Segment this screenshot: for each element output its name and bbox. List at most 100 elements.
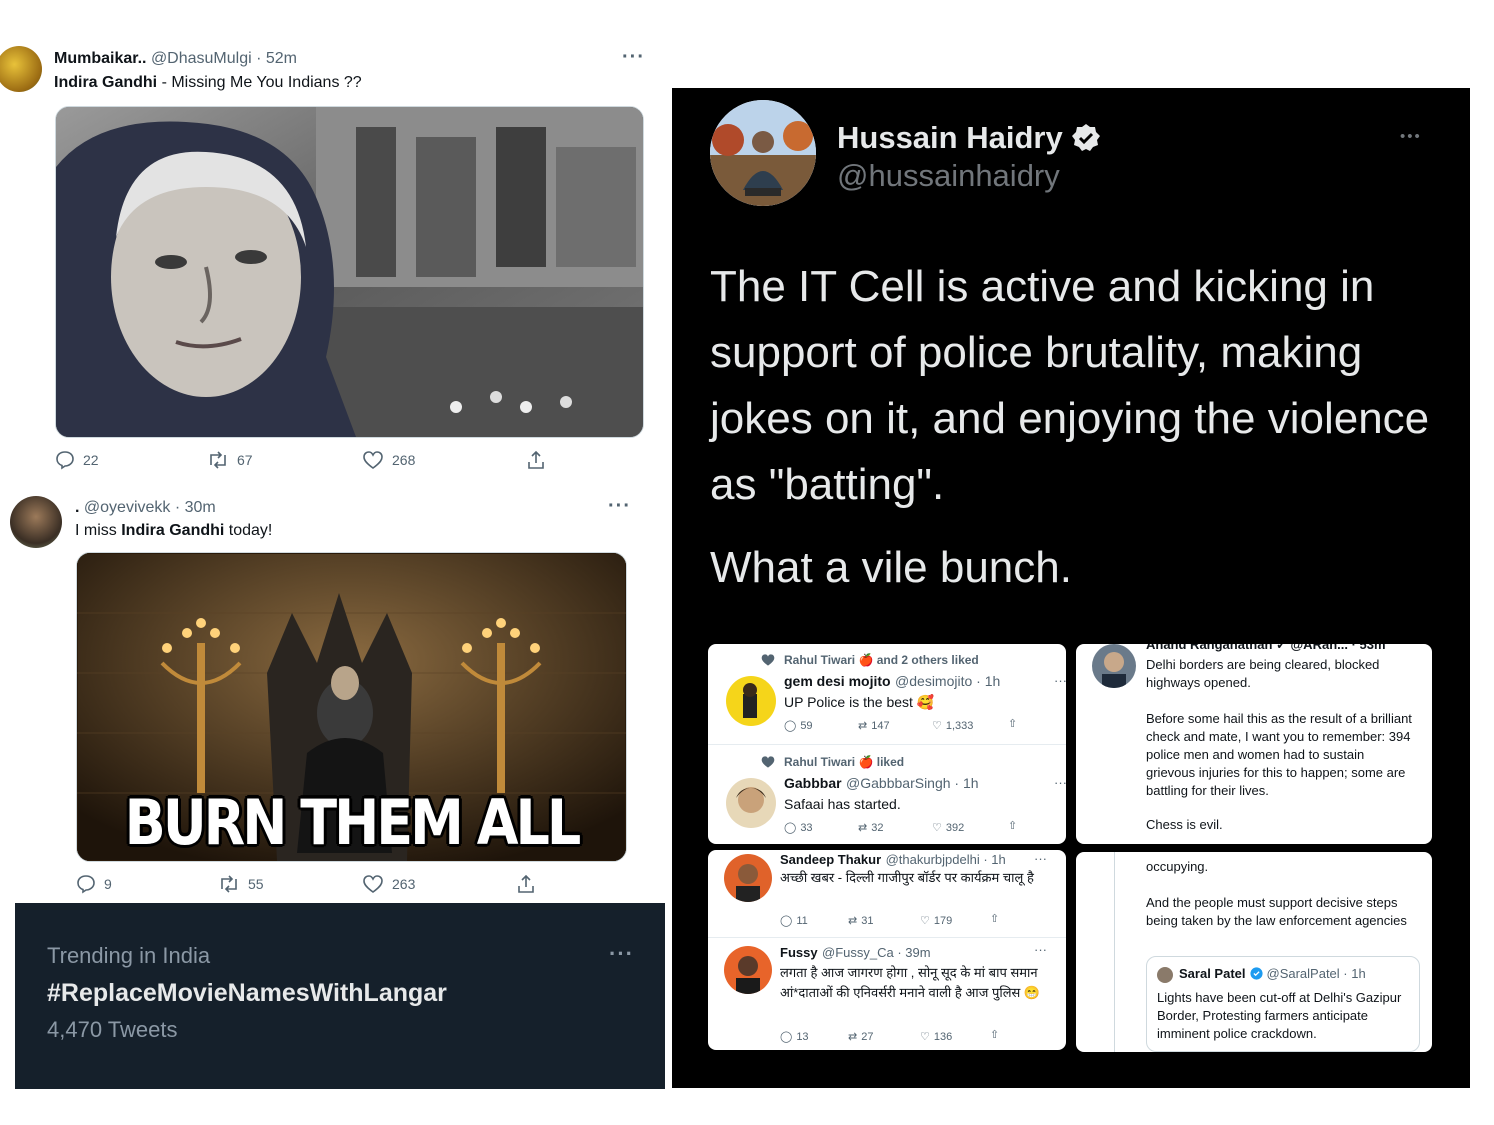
- reply-count[interactable]: ◯ 33: [784, 821, 813, 835]
- more-icon[interactable]: ···: [622, 46, 645, 69]
- tweet-text: अच्छी खबर - दिल्ली गाजीपुर बॉर्डर पर कार…: [780, 870, 1034, 885]
- trending-hashtag[interactable]: #ReplaceMovieNamesWithLangar: [47, 979, 447, 1008]
- trending-label: Trending in India: [47, 943, 211, 968]
- liked-by-label: Rahul Tiwari 🍎 and 2 others liked: [784, 653, 979, 667]
- tweet-text: Chess is evil.: [1146, 817, 1223, 832]
- author-name[interactable]: Hussain Haidry: [837, 120, 1063, 156]
- tweet-text: UP Police is the best 🥰: [784, 694, 935, 710]
- heart-filled-icon: [760, 653, 776, 667]
- list-item[interactable]: Rahul Tiwari 🍎 liked Gabbbar @GabbbarSin…: [708, 744, 1066, 844]
- reply-button[interactable]: 22: [55, 450, 99, 470]
- like-count[interactable]: ♡ 179: [920, 914, 952, 928]
- avatar[interactable]: [726, 676, 776, 726]
- more-icon[interactable]: ···: [1034, 942, 1047, 957]
- list-item[interactable]: Sandeep Thakur @thakurbjpdelhi · 1h ··· …: [708, 850, 1066, 938]
- reply-icon: [76, 874, 96, 894]
- quoted-text: Lights have been cut-off at Delhi's Gazi…: [1157, 990, 1402, 1041]
- avatar[interactable]: [724, 854, 772, 902]
- author-name[interactable]: Gabbbar: [784, 775, 842, 791]
- retweet-icon: [218, 874, 240, 894]
- tweet-image[interactable]: BURN THEM ALL: [76, 552, 627, 862]
- avatar[interactable]: [10, 496, 62, 548]
- screenshot-anand-tweet[interactable]: Anand Ranganathan ✓ @ARan... · 53m Delhi…: [1076, 644, 1432, 844]
- more-icon[interactable]: •••: [1400, 128, 1422, 145]
- verified-badge-icon: [1071, 123, 1101, 153]
- tweet-text: लगता है आज जागरण होगा , सोनू सूद के मां …: [780, 965, 1041, 1000]
- share-icon[interactable]: ⇧: [990, 1028, 999, 1041]
- reply-button[interactable]: 9: [76, 874, 112, 894]
- tweet-text: I miss Indira Gandhi today!: [75, 522, 273, 539]
- more-icon[interactable]: ···: [1054, 775, 1066, 790]
- list-item[interactable]: Rahul Tiwari 🍎 and 2 others liked gem de…: [708, 644, 1066, 745]
- author-name[interactable]: Sandeep Thakur: [780, 852, 881, 867]
- author-name[interactable]: Fussy: [780, 945, 818, 960]
- screenshot-liked-tweets[interactable]: Rahul Tiwari 🍎 and 2 others liked gem de…: [708, 644, 1066, 844]
- author-name[interactable]: gem desi mojito: [784, 673, 891, 689]
- author-handle[interactable]: @thakurbjpdelhi · 1h: [886, 852, 1006, 867]
- tweet-hussain-haidry[interactable]: Hussain Haidry @hussainhaidry ••• The IT…: [672, 88, 1470, 1088]
- more-icon[interactable]: ···: [1054, 673, 1066, 688]
- author-handle[interactable]: @SaralPatel · 1h: [1267, 966, 1366, 981]
- author-handle[interactable]: @DhasuMulgi · 52m: [151, 50, 297, 67]
- heart-filled-icon: [760, 755, 776, 769]
- avatar[interactable]: [726, 778, 776, 828]
- trending-card[interactable]: Trending in India ··· #ReplaceMovieNames…: [15, 903, 665, 1089]
- more-icon[interactable]: ···: [609, 941, 634, 967]
- verified-badge-icon: [1249, 967, 1263, 980]
- more-icon[interactable]: ···: [608, 495, 631, 518]
- author-name[interactable]: .: [75, 499, 79, 516]
- avatar[interactable]: [1092, 644, 1136, 688]
- share-icon[interactable]: ⇧: [1008, 717, 1017, 730]
- retweet-count[interactable]: ⇄ 147: [858, 719, 890, 733]
- share-button[interactable]: [516, 874, 536, 894]
- retweet-icon: [207, 450, 229, 470]
- heart-icon: [362, 450, 384, 470]
- share-icon[interactable]: ⇧: [990, 912, 999, 925]
- liked-by-label: Rahul Tiwari 🍎 liked: [784, 755, 905, 769]
- share-button[interactable]: [526, 450, 546, 470]
- retweet-count[interactable]: ⇄ 32: [858, 821, 883, 835]
- retweet-button[interactable]: 67: [207, 450, 253, 470]
- avatar[interactable]: [724, 946, 772, 994]
- author-handle[interactable]: @GabbbarSingh · 1h: [846, 775, 979, 791]
- like-button[interactable]: 268: [362, 450, 415, 470]
- author-handle[interactable]: @desimojito · 1h: [895, 673, 1000, 689]
- more-icon[interactable]: ···: [1034, 851, 1047, 866]
- retweet-count[interactable]: ⇄ 31: [848, 914, 873, 928]
- tweet-count: 4,470 Tweets: [47, 1017, 178, 1042]
- screenshot-quote-tweet[interactable]: occupying. And the people must support d…: [1076, 852, 1432, 1052]
- retweet-count[interactable]: ⇄ 27: [848, 1030, 873, 1044]
- avatar[interactable]: [1157, 967, 1173, 983]
- author-header-cut: Anand Ranganathan ✓ @ARan... · 53m: [1146, 644, 1386, 652]
- tweet-image[interactable]: [55, 106, 644, 438]
- like-count[interactable]: ♡ 136: [920, 1030, 952, 1044]
- share-icon[interactable]: ⇧: [1008, 819, 1017, 832]
- tweet-oyevivekk[interactable]: . @oyevivekk · 30m ··· I miss Indira Gan…: [0, 490, 660, 900]
- tweet-text: And the people must support decisive ste…: [1146, 895, 1407, 928]
- meme-caption: BURN THEM ALL: [124, 786, 582, 859]
- like-count[interactable]: ♡ 1,333: [932, 719, 973, 733]
- screenshot-hindi-tweets[interactable]: Sandeep Thakur @thakurbjpdelhi · 1h ··· …: [708, 850, 1066, 1050]
- avatar[interactable]: [710, 100, 816, 206]
- tweet-text: occupying.: [1146, 859, 1209, 874]
- share-icon: [516, 874, 536, 894]
- author-name[interactable]: Saral Patel: [1179, 966, 1246, 981]
- tweet-mumbaikar[interactable]: Mumbaikar.. @DhasuMulgi · 52m ··· Indira…: [0, 40, 660, 485]
- like-button[interactable]: 263: [362, 874, 415, 894]
- avatar[interactable]: [0, 46, 42, 92]
- list-item[interactable]: Fussy @Fussy_Ca · 39m ··· लगता है आज जाग…: [708, 938, 1066, 1050]
- retweet-button[interactable]: 55: [218, 874, 264, 894]
- reply-count[interactable]: ◯ 11: [780, 914, 808, 928]
- like-count[interactable]: ♡ 392: [932, 821, 964, 835]
- tweet-text: Delhi borders are being cleared, blocked…: [1146, 657, 1380, 690]
- author-handle[interactable]: @hussainhaidry: [837, 158, 1060, 194]
- reply-count[interactable]: ◯ 59: [784, 719, 813, 733]
- tweet-text: Safaai has started.: [784, 796, 901, 812]
- author-handle[interactable]: @oyevivekk · 30m: [84, 499, 216, 516]
- reply-icon: [55, 450, 75, 470]
- tweet-text: The IT Cell is active and kicking in sup…: [710, 262, 1430, 509]
- reply-count[interactable]: ◯ 13: [780, 1030, 809, 1044]
- quoted-tweet[interactable]: Saral Patel @SaralPatel · 1h Lights have…: [1146, 956, 1420, 1052]
- author-name[interactable]: Mumbaikar..: [54, 50, 146, 67]
- author-handle[interactable]: @Fussy_Ca · 39m: [822, 945, 931, 960]
